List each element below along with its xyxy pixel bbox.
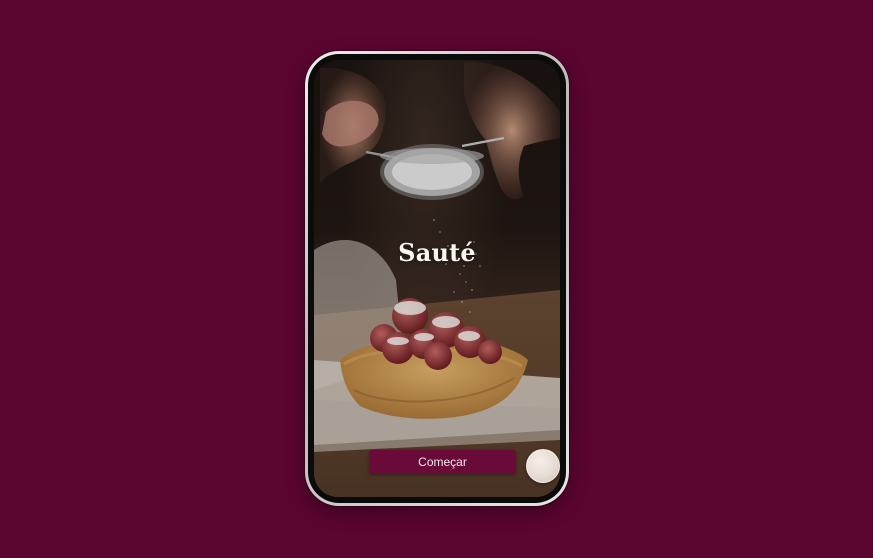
circle-button-icon[interactable]: [526, 449, 560, 483]
start-button[interactable]: Começar: [369, 450, 516, 474]
app-screen: Sauté Começar: [314, 60, 560, 497]
presentation-stage: Sauté Começar: [0, 0, 873, 558]
app-title: Sauté: [398, 238, 476, 267]
phone-mockup: Sauté Começar: [305, 51, 569, 506]
hero-photo: [314, 60, 560, 497]
